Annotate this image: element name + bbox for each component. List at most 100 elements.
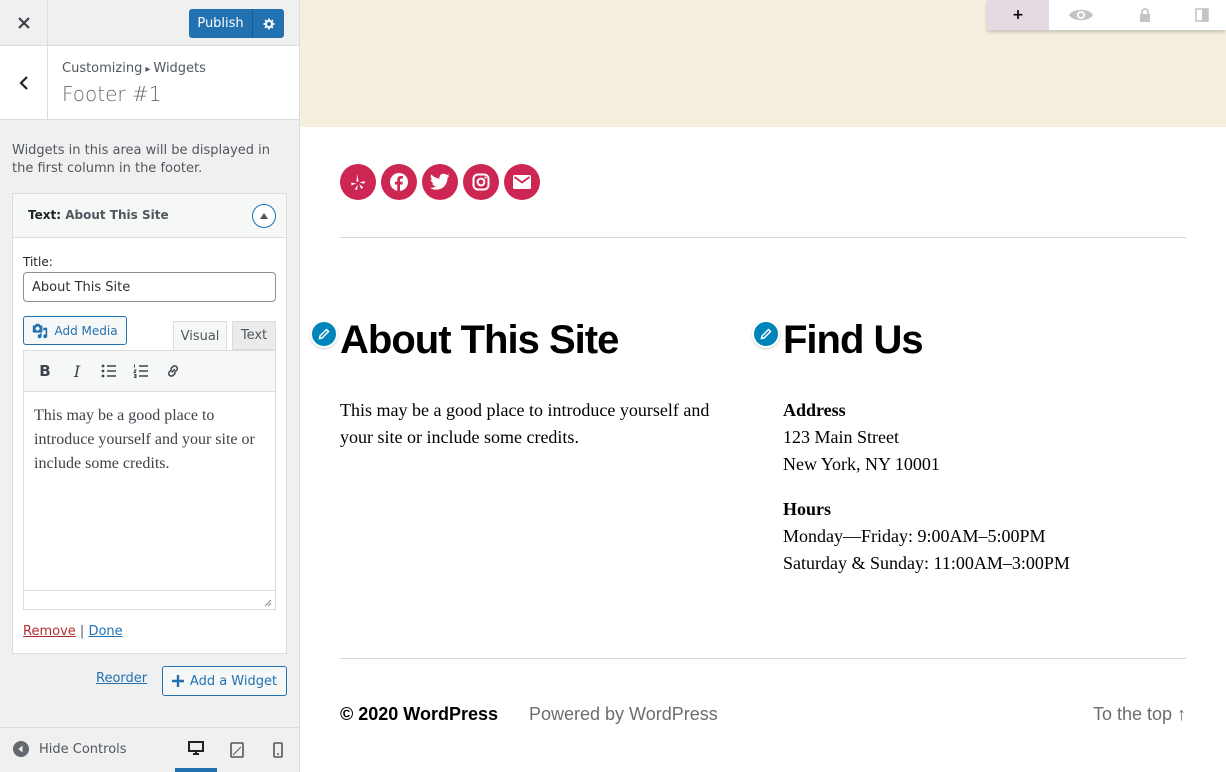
breadcrumb-root: Customizing <box>62 61 143 76</box>
half-square-icon <box>1194 8 1209 22</box>
add-widget-label: Add a Widget <box>189 673 278 689</box>
desktop-icon <box>188 741 204 755</box>
done-link[interactable]: Done <box>88 624 122 639</box>
preview-contrast-button[interactable] <box>1177 0 1226 30</box>
remove-widget-link[interactable]: Remove <box>23 624 76 639</box>
insert-link-button[interactable] <box>160 358 186 384</box>
social-link-facebook[interactable] <box>381 164 417 200</box>
add-widget-button[interactable]: Add a Widget <box>162 666 287 696</box>
bold-icon: B <box>39 362 51 380</box>
title-label: Title: <box>23 255 53 269</box>
find-us-widget-heading: Find Us <box>783 318 924 362</box>
hours-line-1: Monday—Friday: 9:00AM–5:00PM <box>783 526 1046 546</box>
preview-visibility-button[interactable] <box>1049 0 1113 30</box>
site-preview: + About This Site This may be a good pla… <box>300 0 1226 772</box>
hide-controls-button[interactable]: Hide Controls <box>13 741 127 757</box>
about-widget-text: This may be a good place to introduce yo… <box>340 400 710 447</box>
facebook-icon <box>390 173 408 192</box>
hours-line-2: Saturday & Sunday: 11:00AM–3:00PM <box>783 553 1070 573</box>
social-link-instagram[interactable] <box>463 164 499 200</box>
rich-text-editor: B I This may be a good place to introduc… <box>23 350 276 610</box>
customizer-header: Publish <box>0 0 299 46</box>
publish-button[interactable]: Publish <box>189 9 253 38</box>
hide-controls-label: Hide Controls <box>39 741 127 757</box>
gear-icon <box>262 17 275 30</box>
section-title: Footer #1 <box>62 82 162 106</box>
pencil-icon <box>760 328 772 340</box>
widget-toggle-button[interactable] <box>252 204 276 228</box>
tablet-icon <box>230 742 244 758</box>
close-customizer-button[interactable] <box>0 0 48 45</box>
breadcrumb-separator: ▸ <box>145 64 151 75</box>
preview-add-button[interactable]: + <box>987 0 1049 30</box>
about-widget-heading: About This Site <box>340 318 619 362</box>
mobile-icon <box>273 742 283 758</box>
numbered-list-button[interactable] <box>128 358 154 384</box>
find-us-widget-text: Address 123 Main Street New York, NY 100… <box>783 397 1183 577</box>
mobile-preview-button[interactable] <box>257 728 299 772</box>
footer-divider-top <box>340 237 1186 238</box>
widget-name: About This Site <box>65 208 169 222</box>
tab-text[interactable]: Text <box>232 321 276 350</box>
text-widget: Text: About This Site Title: Add Media V… <box>12 193 287 654</box>
breadcrumb: Customizing ▸ Widgets <box>62 61 206 76</box>
media-icon <box>33 323 48 338</box>
bold-button[interactable]: B <box>32 358 58 384</box>
tab-visual[interactable]: Visual <box>173 321 227 350</box>
social-links <box>340 164 540 200</box>
close-icon <box>17 16 30 29</box>
footer-divider-bottom <box>340 658 1186 659</box>
widget-type: Text <box>28 208 57 222</box>
editor-content[interactable]: This may be a good place to introduce yo… <box>24 392 275 590</box>
desktop-preview-button[interactable] <box>175 728 217 772</box>
tablet-preview-button[interactable] <box>216 728 258 772</box>
collapse-arrow-icon <box>13 741 29 757</box>
social-link-email[interactable] <box>504 164 540 200</box>
bulleted-list-icon <box>101 364 116 378</box>
instagram-icon <box>472 173 490 191</box>
editor-toolbar: B I <box>24 351 275 392</box>
mail-icon <box>513 175 531 189</box>
add-media-button[interactable]: Add Media <box>23 316 127 345</box>
preview-lock-button[interactable] <box>1113 0 1177 30</box>
edit-find-us-widget-button[interactable] <box>752 320 780 348</box>
widget-actions: Remove | Done <box>23 624 123 639</box>
link-icon <box>168 365 178 377</box>
widget-title: Text: About This Site <box>28 208 169 222</box>
reorder-link[interactable]: Reorder <box>96 671 147 686</box>
lock-icon <box>1140 8 1150 22</box>
hours-block: Hours Monday—Friday: 9:00AM–5:00PM Satur… <box>783 496 1183 577</box>
publish-settings-button[interactable] <box>253 9 284 38</box>
hours-label: Hours <box>783 499 832 519</box>
to-the-top-link[interactable]: To the top ↑ <box>1093 704 1186 725</box>
address-line-1: 123 Main Street <box>783 427 899 447</box>
editor-statusbar <box>24 590 275 609</box>
italic-button[interactable]: I <box>64 358 90 384</box>
publish-group: Publish <box>189 9 284 38</box>
breadcrumb-current: Widgets <box>153 61 206 76</box>
bulleted-list-button[interactable] <box>96 358 122 384</box>
edit-about-widget-button[interactable] <box>310 320 338 348</box>
section-header: Customizing ▸ Widgets Footer #1 <box>0 46 299 120</box>
widget-type-separator: : <box>56 208 62 222</box>
plus-icon <box>171 675 184 687</box>
eye-icon <box>1069 9 1093 21</box>
social-link-twitter[interactable] <box>422 164 458 200</box>
arrow-up-icon <box>260 213 268 219</box>
actions-separator: | <box>79 624 85 639</box>
address-label: Address <box>783 400 846 420</box>
address-line-2: New York, NY 10001 <box>783 454 940 474</box>
address-block: Address 123 Main Street New York, NY 100… <box>783 397 1183 478</box>
copyright-text: © 2020 WordPress <box>340 704 499 724</box>
powered-by-link[interactable]: Powered by WordPress <box>529 704 718 725</box>
customizer-sidebar: Publish Customizing ▸ Widgets Footer #1 Wi… <box>0 0 300 772</box>
resize-handle-icon[interactable] <box>264 599 272 607</box>
social-link-yelp[interactable] <box>340 164 376 200</box>
back-button[interactable] <box>0 46 48 119</box>
numbered-list-icon <box>133 364 148 378</box>
customizer-footer: Hide Controls <box>0 727 299 772</box>
yelp-icon <box>351 174 365 190</box>
title-input[interactable] <box>23 272 276 302</box>
widget-header[interactable]: Text: About This Site <box>13 194 286 238</box>
preview-toolbar: + <box>987 0 1226 30</box>
